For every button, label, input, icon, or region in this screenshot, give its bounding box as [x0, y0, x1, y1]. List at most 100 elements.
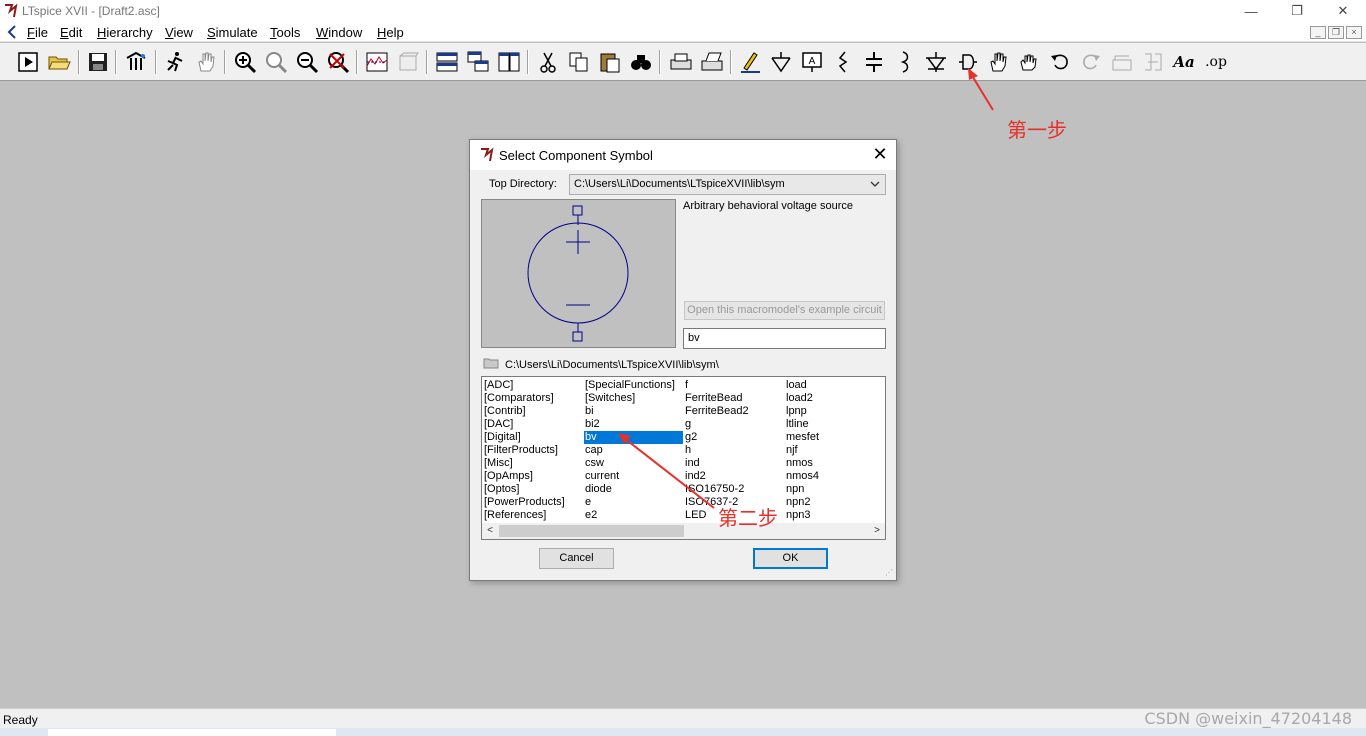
- list-item[interactable]: [Switches]: [584, 392, 683, 405]
- undo-icon[interactable]: [1047, 49, 1073, 75]
- zoom-area-icon[interactable]: [263, 49, 289, 75]
- list-item[interactable]: npn3: [785, 509, 819, 522]
- save-icon[interactable]: [85, 49, 111, 75]
- print-setup-icon[interactable]: [699, 49, 725, 75]
- window-title: LTspice XVII - [Draft2.asc]: [22, 4, 160, 18]
- cascade-icon[interactable]: [465, 49, 491, 75]
- menu-tools[interactable]: Tools: [270, 25, 300, 40]
- mdi-restore-button[interactable]: ❐: [1328, 26, 1344, 39]
- list-item[interactable]: [Comparators]: [483, 392, 565, 405]
- rotate-icon[interactable]: [1109, 49, 1135, 75]
- taskbar-strip: [0, 728, 1366, 736]
- list-item[interactable]: [Digital]: [483, 431, 565, 444]
- list-item[interactable]: [PowerProducts]: [483, 496, 565, 509]
- list-item[interactable]: FerriteBead: [684, 392, 749, 405]
- tile-horizontal-icon[interactable]: [434, 49, 460, 75]
- pan-hand-icon[interactable]: [193, 49, 219, 75]
- ok-button[interactable]: OK: [753, 548, 828, 569]
- step-one-arrow: [968, 68, 994, 111]
- list-item[interactable]: FerriteBead2: [684, 405, 749, 418]
- open-folder-icon[interactable]: [46, 49, 72, 75]
- drag-icon[interactable]: [1016, 49, 1042, 75]
- scrollbar-thumb[interactable]: [499, 525, 684, 537]
- autorange-icon[interactable]: [162, 49, 188, 75]
- menu-simulate[interactable]: Simulate: [207, 25, 258, 40]
- list-item[interactable]: [ADC]: [483, 379, 565, 392]
- mdi-minimize-button[interactable]: _: [1310, 26, 1326, 39]
- print-icon[interactable]: [668, 49, 694, 75]
- component-name-input[interactable]: bv: [683, 328, 886, 349]
- dialog-titlebar: Select Component Symbol ✕: [470, 140, 896, 170]
- control-panel-icon[interactable]: [123, 49, 149, 75]
- folder-icon: [483, 357, 499, 372]
- waveform-icon[interactable]: [364, 49, 390, 75]
- menu-edit[interactable]: Edit: [60, 25, 82, 40]
- resistor-icon[interactable]: [830, 49, 856, 75]
- tile-vertical-icon[interactable]: [496, 49, 522, 75]
- list-item[interactable]: npn: [785, 483, 819, 496]
- run-icon[interactable]: [15, 49, 41, 75]
- copy-icon[interactable]: [566, 49, 592, 75]
- list-item[interactable]: nmos4: [785, 470, 819, 483]
- menu-file[interactable]: File: [27, 25, 48, 40]
- list-item[interactable]: [SpecialFunctions]: [584, 379, 683, 392]
- list-item[interactable]: npn2: [785, 496, 819, 509]
- waveform-disabled-icon[interactable]: [395, 49, 421, 75]
- resize-grip-icon[interactable]: ⋰: [885, 568, 893, 577]
- list-item[interactable]: [OpAmps]: [483, 470, 565, 483]
- open-macromodel-button[interactable]: Open this macromodel's example circuit: [684, 301, 885, 320]
- cut-icon[interactable]: [535, 49, 561, 75]
- dialog-close-icon[interactable]: ✕: [870, 144, 890, 164]
- top-directory-select[interactable]: C:\Users\Li\Documents\LTspiceXVII\lib\sy…: [569, 174, 886, 195]
- mirror-icon[interactable]: [1140, 49, 1166, 75]
- list-item[interactable]: bi: [584, 405, 683, 418]
- mdi-close-button[interactable]: ×: [1346, 26, 1362, 39]
- restore-button[interactable]: ❐: [1274, 0, 1320, 22]
- redo-icon[interactable]: [1078, 49, 1104, 75]
- find-icon[interactable]: [628, 49, 654, 75]
- current-path: C:\Users\Li\Documents\LTspiceXVII\lib\sy…: [483, 357, 719, 372]
- ground-icon[interactable]: [768, 49, 794, 75]
- status-text: Ready: [3, 713, 38, 727]
- list-item[interactable]: f: [684, 379, 749, 392]
- zoom-out-icon[interactable]: [294, 49, 320, 75]
- horizontal-scrollbar[interactable]: < >: [482, 523, 885, 539]
- cancel-button[interactable]: Cancel: [539, 548, 614, 569]
- mdi-system-icon[interactable]: [6, 25, 18, 42]
- close-window-button[interactable]: ✕: [1320, 0, 1366, 22]
- diode-icon[interactable]: [923, 49, 949, 75]
- list-item[interactable]: [Contrib]: [483, 405, 565, 418]
- scroll-left-icon[interactable]: <: [482, 523, 498, 539]
- zoom-fit-icon[interactable]: [325, 49, 351, 75]
- step-one-label: 第一步: [1007, 118, 1067, 142]
- menu-view[interactable]: View: [165, 25, 193, 40]
- list-item[interactable]: ltline: [785, 418, 819, 431]
- capacitor-icon[interactable]: [861, 49, 887, 75]
- list-item[interactable]: lpnp: [785, 405, 819, 418]
- inductor-icon[interactable]: [892, 49, 918, 75]
- list-item[interactable]: [Optos]: [483, 483, 565, 496]
- menu-hierarchy[interactable]: Hierarchy: [97, 25, 153, 40]
- list-item[interactable]: [FilterProducts]: [483, 444, 565, 457]
- list-item[interactable]: njf: [785, 444, 819, 457]
- zoom-in-icon[interactable]: [232, 49, 258, 75]
- list-item[interactable]: [References]: [483, 509, 565, 522]
- minimize-button[interactable]: —: [1228, 0, 1274, 22]
- list-item[interactable]: [DAC]: [483, 418, 565, 431]
- draw-wire-icon[interactable]: [737, 49, 763, 75]
- scroll-right-icon[interactable]: >: [869, 523, 885, 539]
- paste-icon[interactable]: [597, 49, 623, 75]
- spice-directive-icon[interactable]: .op: [1203, 49, 1229, 75]
- label-net-icon[interactable]: A: [799, 49, 825, 75]
- list-item[interactable]: [Misc]: [483, 457, 565, 470]
- symbol-preview: [481, 199, 676, 348]
- list-item[interactable]: mesfet: [785, 431, 819, 444]
- chevron-down-icon[interactable]: [869, 177, 881, 194]
- menu-help[interactable]: Help: [377, 25, 404, 40]
- taskbar-window[interactable]: [48, 729, 336, 736]
- text-icon[interactable]: Aa: [1171, 49, 1197, 75]
- list-item[interactable]: nmos: [785, 457, 819, 470]
- list-item[interactable]: load: [785, 379, 819, 392]
- menu-window[interactable]: Window: [316, 25, 362, 40]
- list-item[interactable]: load2: [785, 392, 819, 405]
